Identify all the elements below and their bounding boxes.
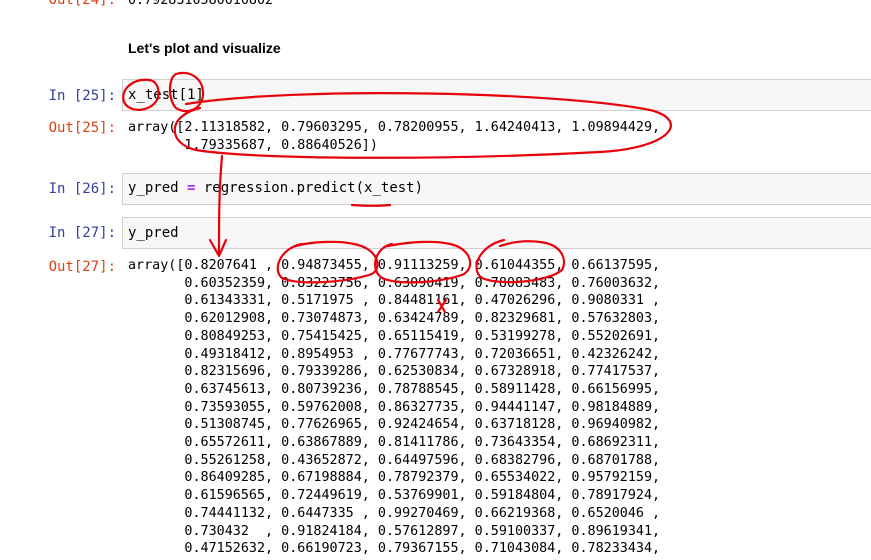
in-prompt-26: In [26]: <box>48 181 116 197</box>
code-26-lhs: y_pred <box>128 180 188 196</box>
output-25[interactable]: array([2.11318582, 0.79603295, 0.7820095… <box>128 119 660 154</box>
output-24[interactable]: 0.7928310580010802 <box>128 0 273 10</box>
code-input-25[interactable] <box>122 79 871 111</box>
code-input-27[interactable] <box>122 217 871 249</box>
annotation-underline-x-test <box>350 203 392 207</box>
code-26[interactable]: y_pred = regression.predict(x_test) <box>128 180 423 197</box>
markdown-heading[interactable]: Let's plot and visualize <box>128 40 281 56</box>
code-26-rhs: regression.predict(x_test) <box>195 180 424 196</box>
output-27[interactable]: array([0.8207641 , 0.94873455, 0.9111325… <box>128 257 660 558</box>
code-25[interactable]: x_test[1] <box>128 87 204 104</box>
in-prompt-27: In [27]: <box>48 225 116 241</box>
out-prompt-24: Out[24]: <box>48 0 116 8</box>
out-prompt-25: Out[25]: <box>48 120 116 136</box>
code-27[interactable]: y_pred <box>128 225 179 242</box>
in-prompt-25: In [25]: <box>48 88 116 104</box>
out-prompt-27: Out[27]: <box>48 259 116 275</box>
